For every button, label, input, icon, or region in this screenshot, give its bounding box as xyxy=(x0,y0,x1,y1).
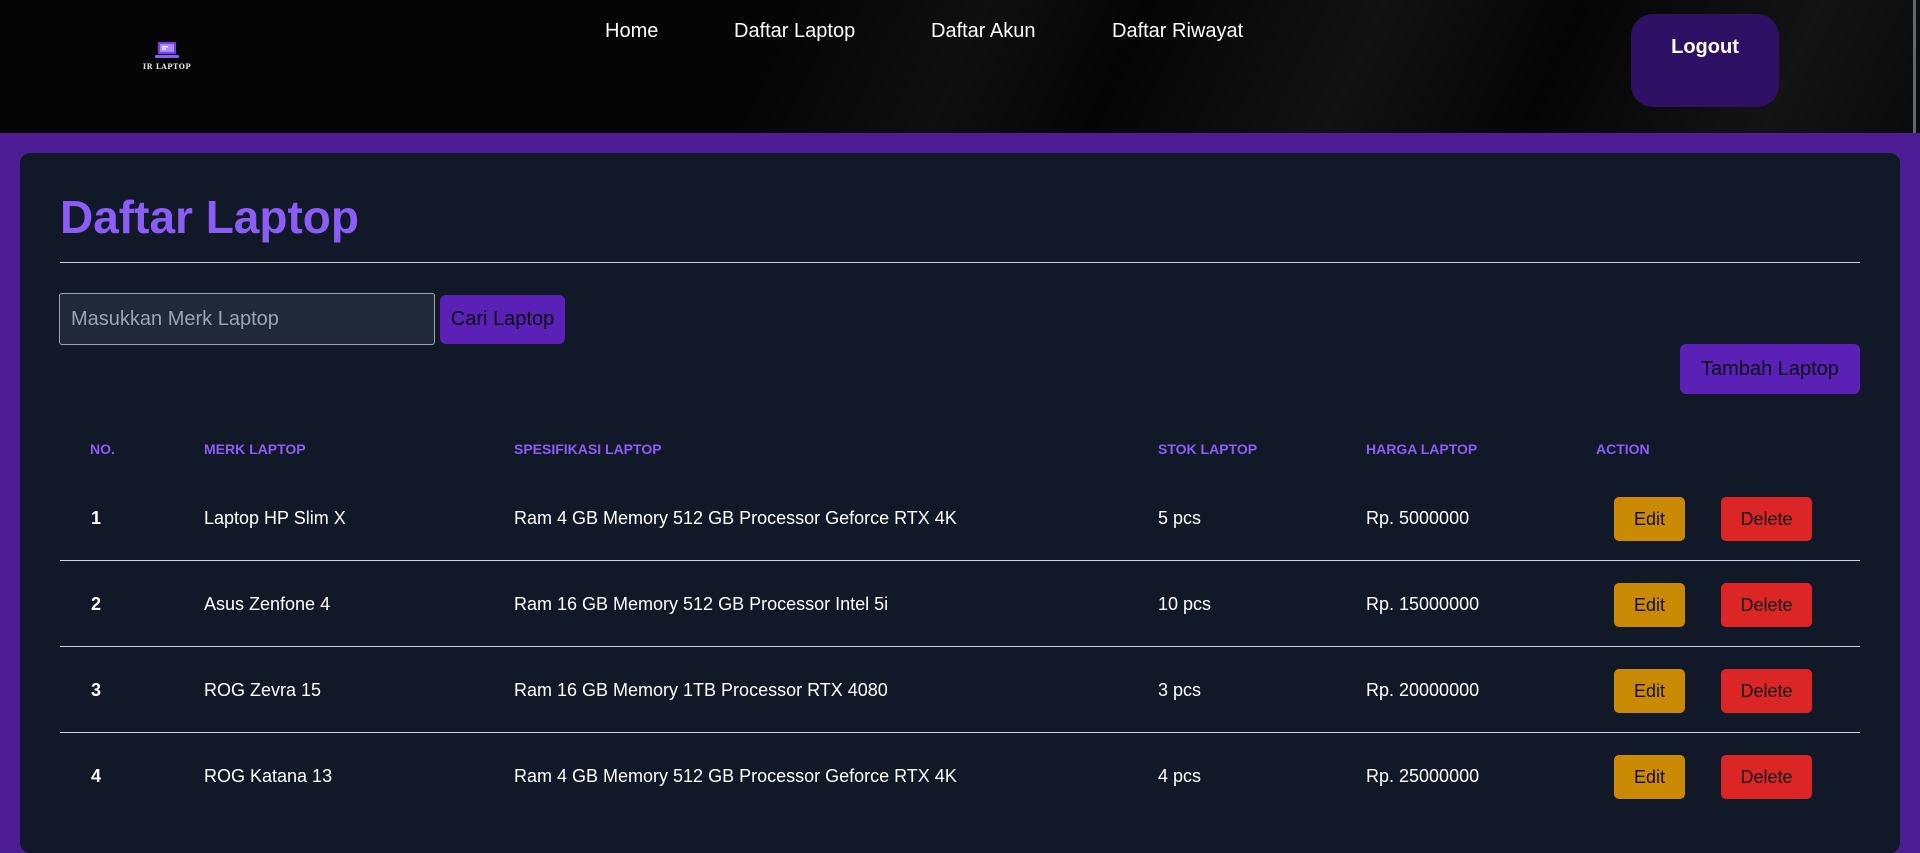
cell-harga: Rp. 20000000 xyxy=(1366,679,1480,700)
edit-button[interactable]: Edit xyxy=(1614,583,1685,627)
nav-daftar-akun[interactable]: Daftar Akun xyxy=(931,20,1036,43)
site-logo[interactable]: IR LAPTOP xyxy=(140,40,194,82)
nav-daftar-riwayat[interactable]: Daftar Riwayat xyxy=(1112,20,1243,43)
cell-harga: Rp. 5000000 xyxy=(1366,507,1470,528)
cell-harga: Rp. 15000000 xyxy=(1366,593,1480,614)
search-input[interactable] xyxy=(59,293,435,345)
title-divider xyxy=(60,262,1860,263)
edit-button[interactable]: Edit xyxy=(1614,497,1685,541)
delete-button[interactable]: Delete xyxy=(1721,755,1812,799)
col-header-stok: STOK LAPTOP xyxy=(1158,441,1258,457)
search-button[interactable]: Cari Laptop xyxy=(440,295,565,344)
col-header-spesifikasi: SPESIFIKASI LAPTOP xyxy=(514,441,662,457)
nav-daftar-laptop[interactable]: Daftar Laptop xyxy=(734,20,855,43)
cell-merk: ROG Katana 13 xyxy=(204,765,333,786)
logo-text: IR LAPTOP xyxy=(142,62,192,71)
cell-spesifikasi: Ram 16 GB Memory 512 GB Processor Intel … xyxy=(514,593,889,614)
cell-merk: ROG Zevra 15 xyxy=(204,679,322,700)
nav-home[interactable]: Home xyxy=(605,20,658,43)
cell-merk: Asus Zenfone 4 xyxy=(204,593,331,614)
table-row: 2 Asus Zenfone 4 Ram 16 GB Memory 512 GB… xyxy=(60,561,1860,647)
edit-button[interactable]: Edit xyxy=(1614,669,1685,713)
col-header-harga: HARGA LAPTOP xyxy=(1366,441,1478,457)
col-header-merk: MERK LAPTOP xyxy=(204,441,306,457)
table-row: 1 Laptop HP Slim X Ram 4 GB Memory 512 G… xyxy=(60,475,1860,561)
top-header: IR LAPTOP Home Daftar Laptop Daftar Akun… xyxy=(0,0,1920,133)
cell-stok: 5 pcs xyxy=(1158,507,1202,528)
add-laptop-button[interactable]: Tambah Laptop xyxy=(1680,344,1860,394)
edit-button[interactable]: Edit xyxy=(1614,755,1685,799)
col-header-no: NO. xyxy=(90,441,115,457)
table-row: 3 ROG Zevra 15 Ram 16 GB Memory 1TB Proc… xyxy=(60,647,1860,733)
cell-no: 3 xyxy=(91,679,102,700)
cell-merk: Laptop HP Slim X xyxy=(204,507,346,528)
delete-button[interactable]: Delete xyxy=(1721,583,1812,627)
delete-button[interactable]: Delete xyxy=(1721,497,1812,541)
cell-spesifikasi: Ram 4 GB Memory 512 GB Processor Geforce… xyxy=(514,765,957,786)
col-header-action: ACTION xyxy=(1596,441,1650,457)
cell-stok: 4 pcs xyxy=(1158,765,1202,786)
table-row: 4 ROG Katana 13 Ram 4 GB Memory 512 GB P… xyxy=(60,733,1860,819)
cell-spesifikasi: Ram 4 GB Memory 512 GB Processor Geforce… xyxy=(514,507,957,528)
delete-button[interactable]: Delete xyxy=(1721,669,1812,713)
page-title: Daftar Laptop xyxy=(60,191,359,243)
cell-stok: 10 pcs xyxy=(1158,593,1212,614)
page-scrollbar[interactable] xyxy=(1913,0,1916,133)
cell-no: 2 xyxy=(91,593,102,614)
cell-harga: Rp. 25000000 xyxy=(1366,765,1480,786)
cell-no: 4 xyxy=(91,765,102,786)
cell-stok: 3 pcs xyxy=(1158,679,1202,700)
cell-no: 1 xyxy=(91,507,102,528)
cell-spesifikasi: Ram 16 GB Memory 1TB Processor RTX 4080 xyxy=(514,679,888,700)
logout-button[interactable]: Logout xyxy=(1631,14,1779,107)
